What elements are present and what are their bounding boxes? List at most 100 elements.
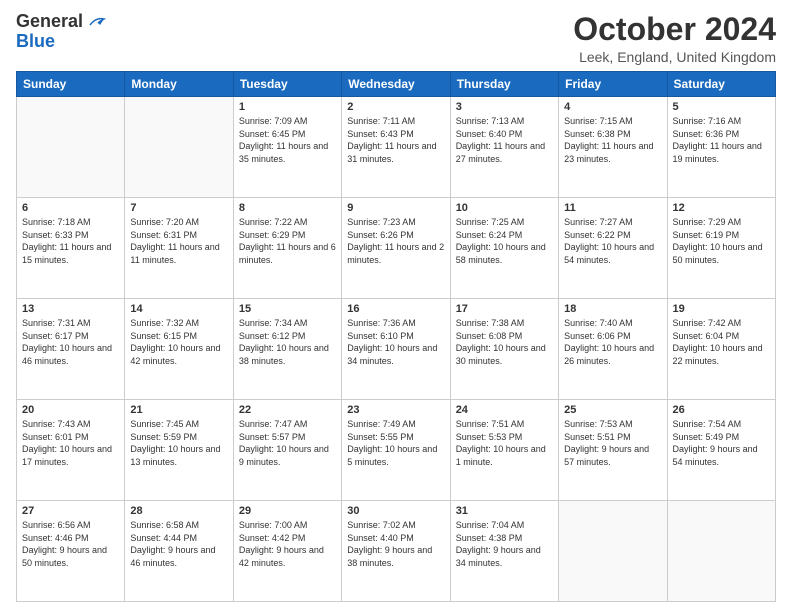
day-number: 20 <box>22 404 119 416</box>
day-number: 10 <box>456 202 553 214</box>
calendar-cell: 16 Sunrise: 7:36 AM Sunset: 6:10 PM Dayli… <box>342 299 450 400</box>
calendar-cell: 28 Sunrise: 6:58 AM Sunset: 4:44 PM Dayli… <box>125 501 233 602</box>
day-info: Sunrise: 7:04 AM Sunset: 4:38 PM Dayligh… <box>456 519 553 569</box>
day-info: Sunrise: 7:18 AM Sunset: 6:33 PM Dayligh… <box>22 216 119 266</box>
calendar-cell: 3Sunrise: 7:13 AM Sunset: 6:40 PM Daylig… <box>450 97 558 198</box>
day-info: Sunrise: 7:45 AM Sunset: 5:59 PM Dayligh… <box>130 418 227 468</box>
calendar-cell: 18 Sunrise: 7:40 AM Sunset: 6:06 PM Dayli… <box>559 299 667 400</box>
day-header-thursday: Thursday <box>450 72 558 97</box>
day-number: 19 <box>673 303 770 315</box>
day-info: Sunrise: 7:54 AM Sunset: 5:49 PM Dayligh… <box>673 418 770 468</box>
day-header-monday: Monday <box>125 72 233 97</box>
day-number: 28 <box>130 505 227 517</box>
day-number: 24 <box>456 404 553 416</box>
calendar-cell: 31 Sunrise: 7:04 AM Sunset: 4:38 PM Dayli… <box>450 501 558 602</box>
day-number: 22 <box>239 404 336 416</box>
day-number: 16 <box>347 303 444 315</box>
day-header-saturday: Saturday <box>667 72 775 97</box>
day-number: 4 <box>564 101 661 113</box>
day-info: Sunrise: 7:36 AM Sunset: 6:10 PM Dayligh… <box>347 317 444 367</box>
calendar-cell <box>559 501 667 602</box>
day-number: 26 <box>673 404 770 416</box>
title-area: October 2024 Leek, England, United Kingd… <box>573 12 776 65</box>
calendar-cell: 13 Sunrise: 7:31 AM Sunset: 6:17 PM Dayli… <box>17 299 125 400</box>
calendar-cell: 25Sunrise: 7:53 AM Sunset: 5:51 PM Dayli… <box>559 400 667 501</box>
day-info: Sunrise: 6:58 AM Sunset: 4:44 PM Dayligh… <box>130 519 227 569</box>
day-info: Sunrise: 7:29 AM Sunset: 6:19 PM Dayligh… <box>673 216 770 266</box>
logo-blue: Blue <box>16 32 106 52</box>
calendar-cell: 10 Sunrise: 7:25 AM Sunset: 6:24 PM Dayli… <box>450 198 558 299</box>
day-info: Sunrise: 7:00 AM Sunset: 4:42 PM Dayligh… <box>239 519 336 569</box>
day-number: 11 <box>564 202 661 214</box>
day-info: Sunrise: 7:11 AM Sunset: 6:43 PM Dayligh… <box>347 115 444 165</box>
week-row-3: 20Sunrise: 7:43 AM Sunset: 6:01 PM Dayli… <box>17 400 776 501</box>
day-number: 3 <box>456 101 553 113</box>
calendar-table: SundayMondayTuesdayWednesdayThursdayFrid… <box>16 71 776 602</box>
day-number: 23 <box>347 404 444 416</box>
day-info: Sunrise: 7:25 AM Sunset: 6:24 PM Dayligh… <box>456 216 553 266</box>
day-info: Sunrise: 7:02 AM Sunset: 4:40 PM Dayligh… <box>347 519 444 569</box>
day-info: Sunrise: 7:27 AM Sunset: 6:22 PM Dayligh… <box>564 216 661 266</box>
day-header-wednesday: Wednesday <box>342 72 450 97</box>
day-number: 18 <box>564 303 661 315</box>
day-number: 2 <box>347 101 444 113</box>
day-number: 7 <box>130 202 227 214</box>
day-info: Sunrise: 7:31 AM Sunset: 6:17 PM Dayligh… <box>22 317 119 367</box>
day-info: Sunrise: 7:51 AM Sunset: 5:53 PM Dayligh… <box>456 418 553 468</box>
calendar-cell: 23 Sunrise: 7:49 AM Sunset: 5:55 PM Dayli… <box>342 400 450 501</box>
day-info: Sunrise: 6:56 AM Sunset: 4:46 PM Dayligh… <box>22 519 119 569</box>
calendar-cell: 20Sunrise: 7:43 AM Sunset: 6:01 PM Dayli… <box>17 400 125 501</box>
day-number: 12 <box>673 202 770 214</box>
logo-bird-icon <box>88 15 106 29</box>
day-number: 21 <box>130 404 227 416</box>
calendar-cell: 2 Sunrise: 7:11 AM Sunset: 6:43 PM Daylig… <box>342 97 450 198</box>
calendar-cell: 4Sunrise: 7:15 AM Sunset: 6:38 PM Daylig… <box>559 97 667 198</box>
day-number: 29 <box>239 505 336 517</box>
calendar-cell: 17 Sunrise: 7:38 AM Sunset: 6:08 PM Dayli… <box>450 299 558 400</box>
day-info: Sunrise: 7:23 AM Sunset: 6:26 PM Dayligh… <box>347 216 444 266</box>
day-info: Sunrise: 7:16 AM Sunset: 6:36 PM Dayligh… <box>673 115 770 165</box>
week-row-2: 13 Sunrise: 7:31 AM Sunset: 6:17 PM Dayli… <box>17 299 776 400</box>
day-number: 31 <box>456 505 553 517</box>
day-info: Sunrise: 7:34 AM Sunset: 6:12 PM Dayligh… <box>239 317 336 367</box>
week-row-4: 27Sunrise: 6:56 AM Sunset: 4:46 PM Dayli… <box>17 501 776 602</box>
calendar-header-row: SundayMondayTuesdayWednesdayThursdayFrid… <box>17 72 776 97</box>
day-number: 15 <box>239 303 336 315</box>
calendar-cell: 19 Sunrise: 7:42 AM Sunset: 6:04 PM Dayli… <box>667 299 775 400</box>
day-info: Sunrise: 7:42 AM Sunset: 6:04 PM Dayligh… <box>673 317 770 367</box>
week-row-0: 1Sunrise: 7:09 AM Sunset: 6:45 PM Daylig… <box>17 97 776 198</box>
day-info: Sunrise: 7:22 AM Sunset: 6:29 PM Dayligh… <box>239 216 336 266</box>
day-info: Sunrise: 7:47 AM Sunset: 5:57 PM Dayligh… <box>239 418 336 468</box>
logo: General Blue <box>16 12 106 52</box>
day-number: 17 <box>456 303 553 315</box>
calendar-cell: 1Sunrise: 7:09 AM Sunset: 6:45 PM Daylig… <box>233 97 341 198</box>
day-header-tuesday: Tuesday <box>233 72 341 97</box>
day-info: Sunrise: 7:40 AM Sunset: 6:06 PM Dayligh… <box>564 317 661 367</box>
calendar-cell: 27Sunrise: 6:56 AM Sunset: 4:46 PM Dayli… <box>17 501 125 602</box>
month-title: October 2024 <box>573 12 776 47</box>
day-info: Sunrise: 7:38 AM Sunset: 6:08 PM Dayligh… <box>456 317 553 367</box>
calendar-cell: 14 Sunrise: 7:32 AM Sunset: 6:15 PM Dayli… <box>125 299 233 400</box>
header: General Blue October 2024 Leek, England,… <box>16 12 776 65</box>
day-number: 13 <box>22 303 119 315</box>
day-number: 14 <box>130 303 227 315</box>
day-info: Sunrise: 7:09 AM Sunset: 6:45 PM Dayligh… <box>239 115 336 165</box>
calendar-cell: 11 Sunrise: 7:27 AM Sunset: 6:22 PM Dayli… <box>559 198 667 299</box>
day-header-friday: Friday <box>559 72 667 97</box>
location: Leek, England, United Kingdom <box>573 49 776 65</box>
day-number: 8 <box>239 202 336 214</box>
day-info: Sunrise: 7:49 AM Sunset: 5:55 PM Dayligh… <box>347 418 444 468</box>
calendar-cell: 12 Sunrise: 7:29 AM Sunset: 6:19 PM Dayli… <box>667 198 775 299</box>
calendar-cell: 6Sunrise: 7:18 AM Sunset: 6:33 PM Daylig… <box>17 198 125 299</box>
calendar-cell <box>125 97 233 198</box>
day-info: Sunrise: 7:32 AM Sunset: 6:15 PM Dayligh… <box>130 317 227 367</box>
calendar-cell: 22 Sunrise: 7:47 AM Sunset: 5:57 PM Dayli… <box>233 400 341 501</box>
calendar-cell: 21 Sunrise: 7:45 AM Sunset: 5:59 PM Dayli… <box>125 400 233 501</box>
calendar-cell <box>667 501 775 602</box>
calendar-cell: 5Sunrise: 7:16 AM Sunset: 6:36 PM Daylig… <box>667 97 775 198</box>
calendar-cell: 7 Sunrise: 7:20 AM Sunset: 6:31 PM Daylig… <box>125 198 233 299</box>
week-row-1: 6Sunrise: 7:18 AM Sunset: 6:33 PM Daylig… <box>17 198 776 299</box>
day-number: 30 <box>347 505 444 517</box>
day-info: Sunrise: 7:20 AM Sunset: 6:31 PM Dayligh… <box>130 216 227 266</box>
calendar-cell: 8 Sunrise: 7:22 AM Sunset: 6:29 PM Daylig… <box>233 198 341 299</box>
